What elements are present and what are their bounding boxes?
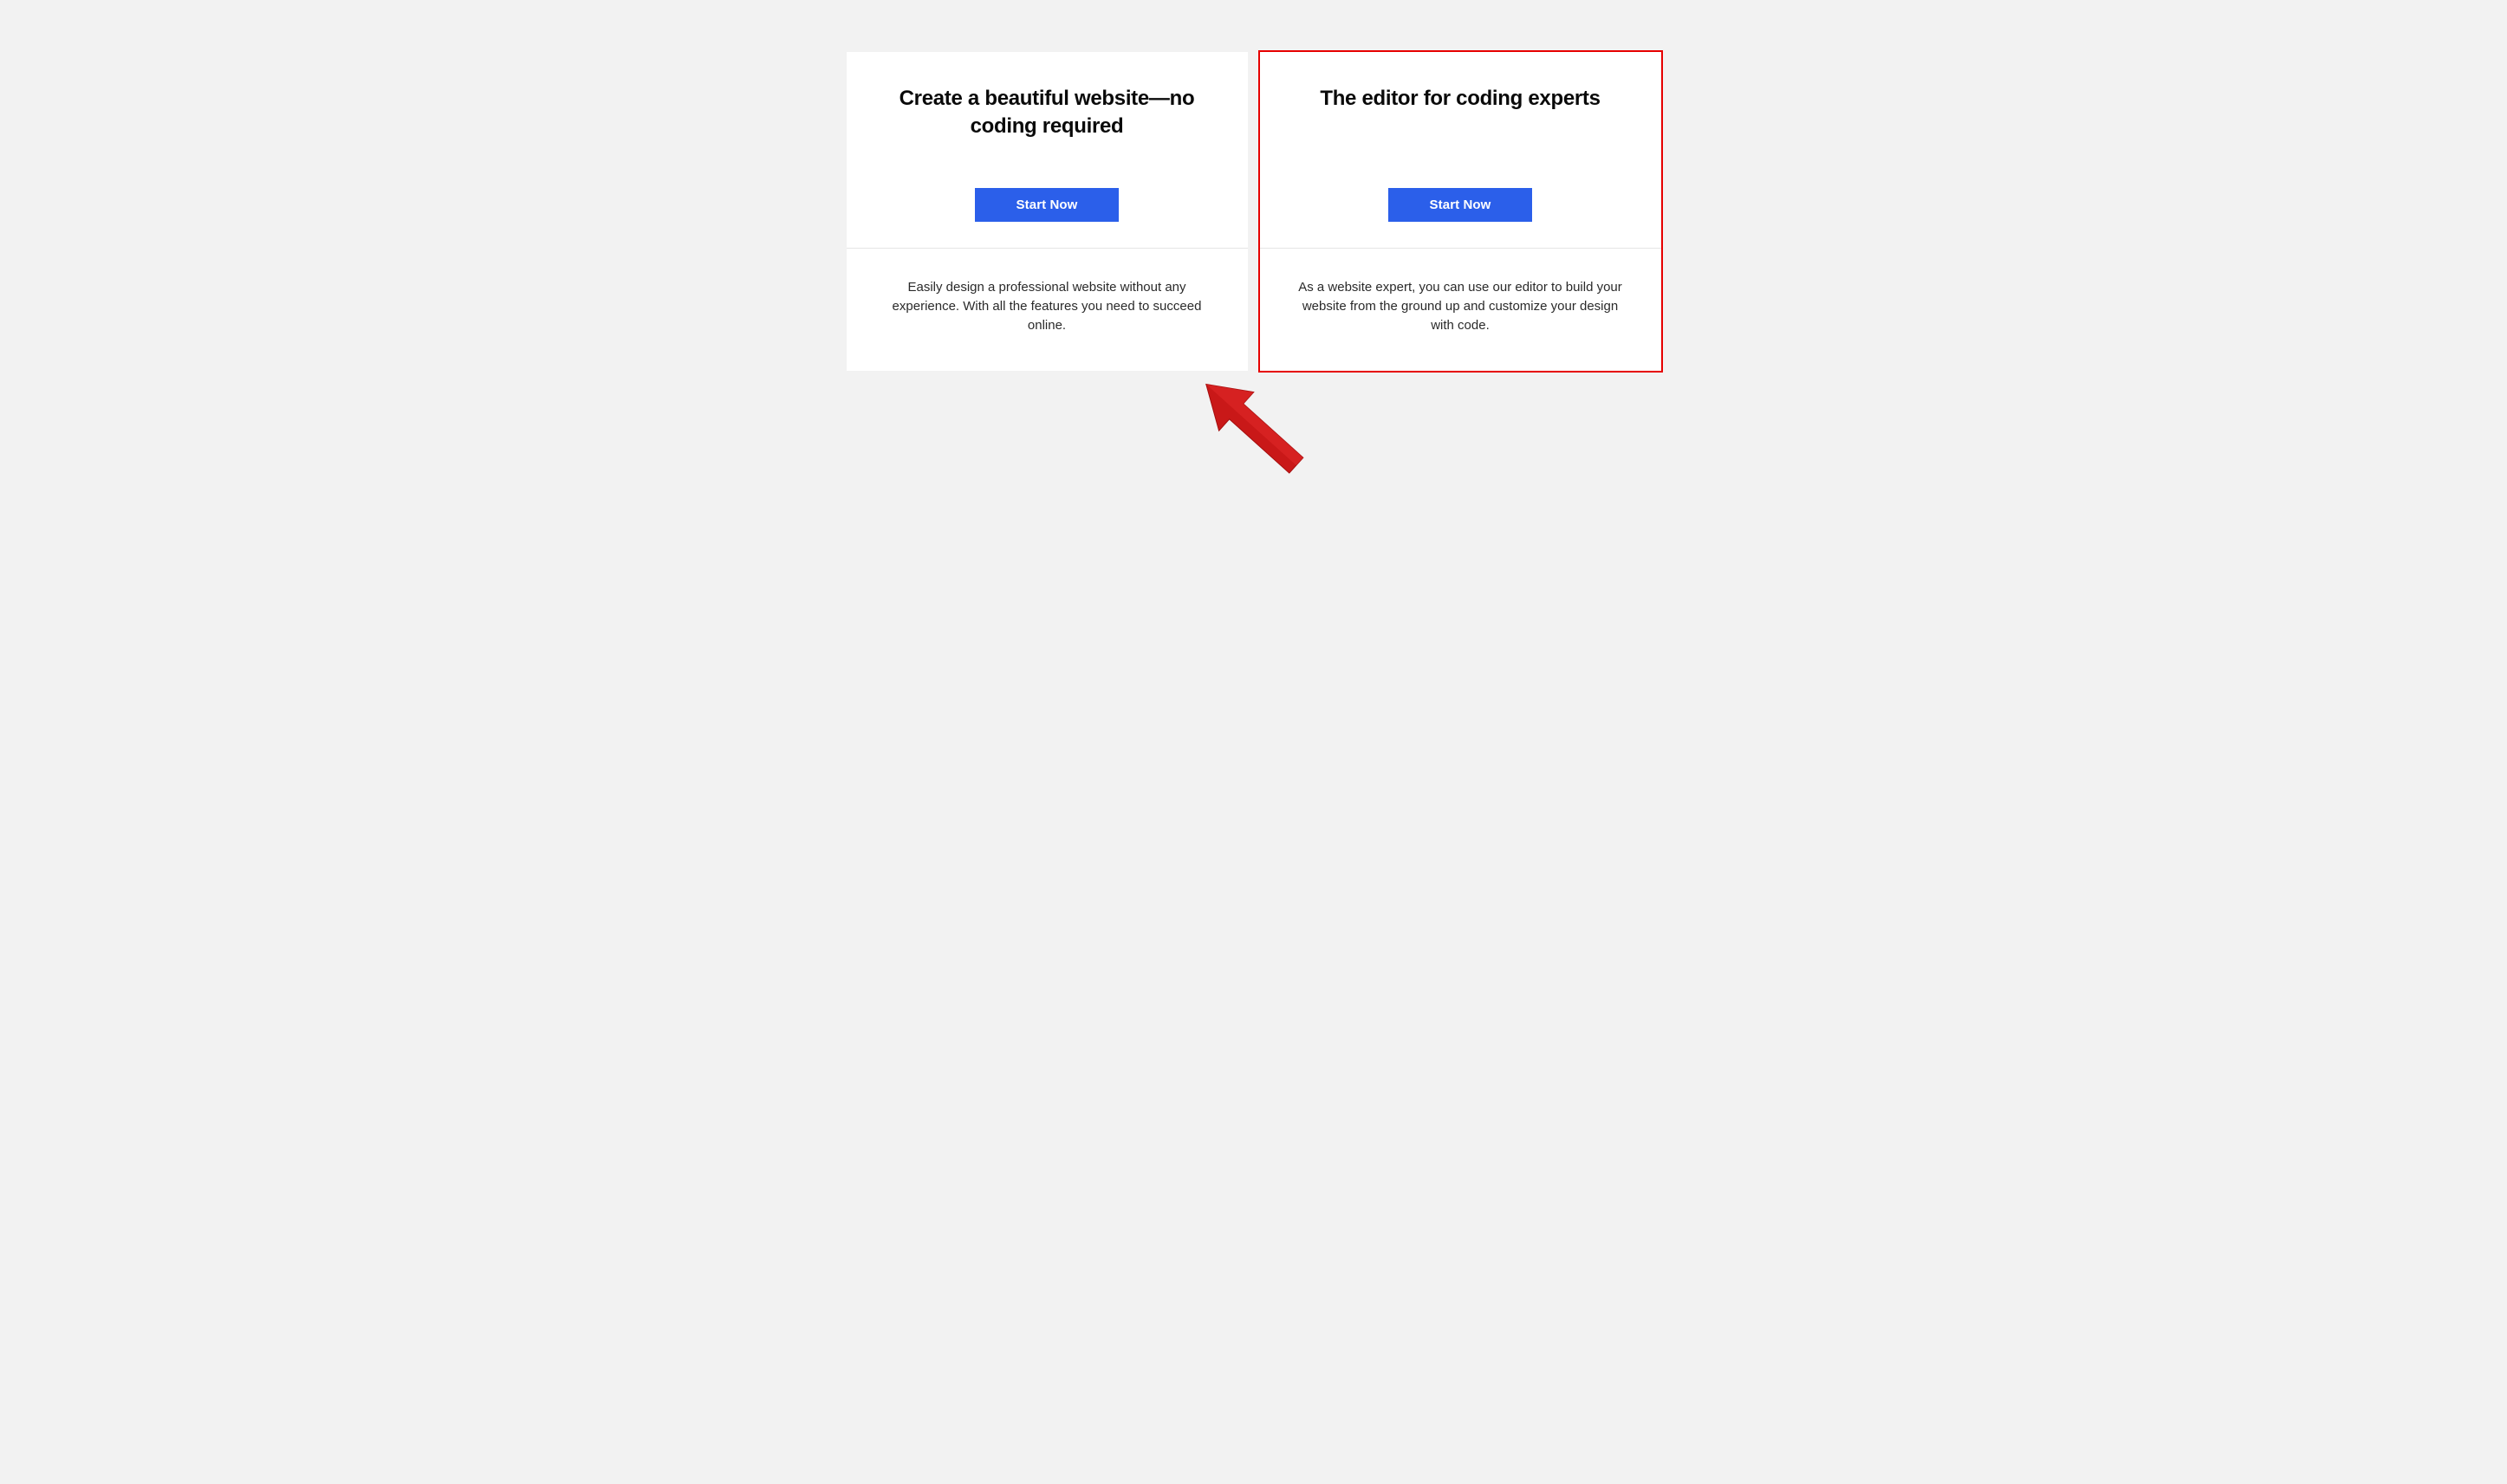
card-top-section: The editor for coding experts Start Now (1260, 52, 1661, 248)
card-no-coding: Create a beautiful website—no coding req… (847, 52, 1248, 371)
card-description-no-coding: Easily design a professional website wit… (881, 278, 1213, 334)
start-now-button-no-coding[interactable]: Start Now (975, 188, 1120, 222)
card-top-section: Create a beautiful website—no coding req… (847, 52, 1248, 248)
card-title-no-coding: Create a beautiful website—no coding req… (873, 85, 1222, 141)
card-description-coding-experts: As a website expert, you can use our edi… (1295, 278, 1627, 334)
card-coding-experts: The editor for coding experts Start Now … (1260, 52, 1661, 371)
start-now-button-coding-experts[interactable]: Start Now (1388, 188, 1533, 222)
card-bottom-section: Easily design a professional website wit… (847, 249, 1248, 371)
card-bottom-section: As a website expert, you can use our edi… (1260, 249, 1661, 371)
card-title-coding-experts: The editor for coding experts (1320, 85, 1600, 113)
arrow-annotation-icon (1195, 355, 1316, 502)
cards-container: Create a beautiful website—no coding req… (847, 52, 1661, 371)
